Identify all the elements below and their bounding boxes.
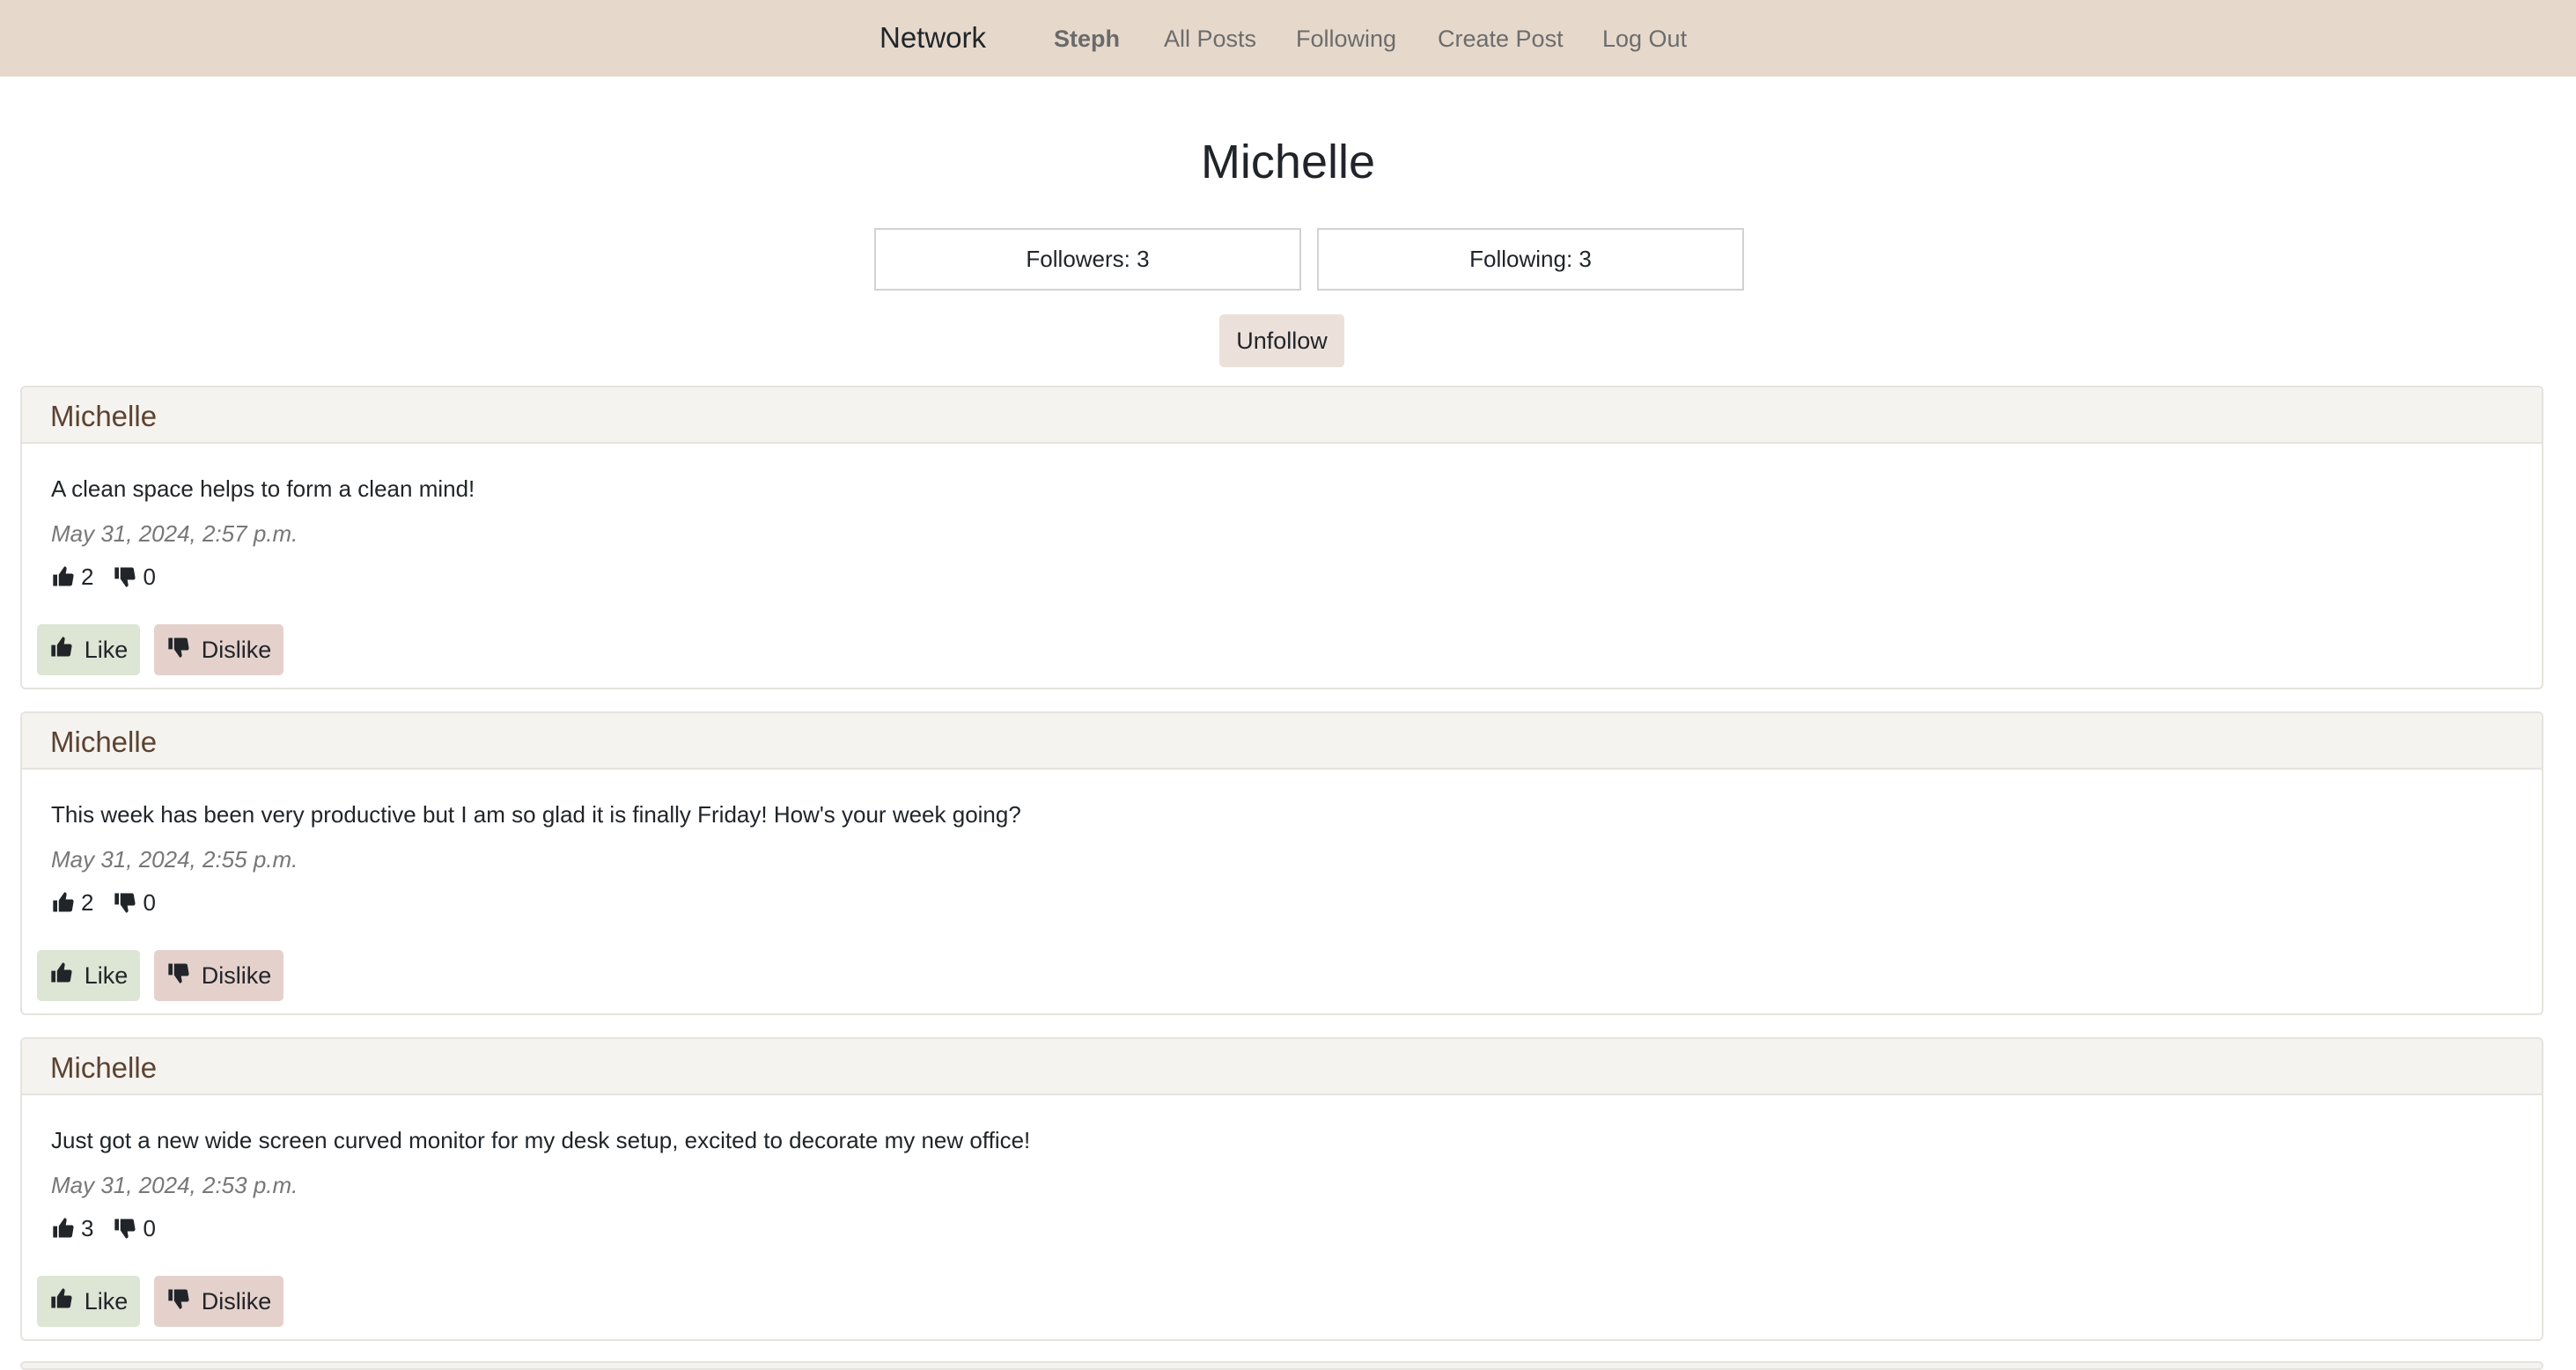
unfollow-button[interactable]: Unfollow xyxy=(1219,314,1344,367)
profile-name: Michelle xyxy=(1200,136,1376,188)
dislike-count: 0 xyxy=(143,563,156,590)
dislike-button[interactable]: Dislike xyxy=(154,624,283,675)
nav-link-profile[interactable]: Steph xyxy=(1054,23,1120,55)
post-header: Michelle xyxy=(22,1039,2542,1095)
navbar: Network Steph All Posts Following Create… xyxy=(0,0,2576,77)
brand-link[interactable]: Network xyxy=(880,20,986,55)
post-timestamp: May 31, 2024, 2:53 p.m. xyxy=(51,1172,298,1198)
like-button-label: Like xyxy=(84,1287,129,1315)
nav-link-following[interactable]: Following xyxy=(1296,23,1396,55)
thumbs-down-icon xyxy=(113,890,137,915)
thumbs-down-icon xyxy=(113,564,137,589)
like-button-label: Like xyxy=(84,961,129,989)
followers-count: Followers: 3 xyxy=(874,228,1301,291)
post-author-link[interactable]: Michelle xyxy=(50,1050,157,1086)
like-button[interactable]: Like xyxy=(37,950,140,1001)
thumbs-up-icon xyxy=(51,564,76,589)
thumbs-up-icon xyxy=(51,1216,76,1241)
thumbs-down-icon xyxy=(166,635,191,659)
post-content: A clean space helps to form a clean mind… xyxy=(51,475,475,502)
dislike-button-label: Dislike xyxy=(201,636,272,663)
post-card: Michelle A clean space helps to form a c… xyxy=(20,386,2543,689)
post-card: Michelle Just got a new wide screen curv… xyxy=(20,1037,2543,1341)
dislike-button-label: Dislike xyxy=(201,1287,272,1315)
post-header: Michelle xyxy=(22,387,2542,444)
post-timestamp: May 31, 2024, 2:57 p.m. xyxy=(51,520,298,547)
thumbs-down-icon xyxy=(113,1216,137,1241)
post-author-link[interactable]: Michelle xyxy=(50,399,157,434)
like-button-label: Like xyxy=(84,636,129,663)
nav-link-log-out[interactable]: Log Out xyxy=(1602,23,1687,55)
dislike-button[interactable]: Dislike xyxy=(154,950,283,1001)
like-count: 2 xyxy=(81,888,94,916)
like-button[interactable]: Like xyxy=(37,624,140,675)
post-card: Michelle This week has been very product… xyxy=(20,711,2543,1015)
thumbs-up-icon xyxy=(51,890,76,915)
dislike-button-label: Dislike xyxy=(201,961,272,989)
thumbs-up-icon xyxy=(49,1286,74,1311)
dislike-count: 0 xyxy=(143,1214,156,1241)
vote-counts: 2 0 xyxy=(51,887,175,918)
following-count: Following: 3 xyxy=(1317,228,1744,291)
nav-link-all-posts[interactable]: All Posts xyxy=(1164,23,1256,55)
nav-link-create-post[interactable]: Create Post xyxy=(1438,23,1564,55)
post-author-link[interactable]: Michelle xyxy=(50,725,157,760)
like-button[interactable]: Like xyxy=(37,1276,140,1327)
vote-counts: 2 0 xyxy=(51,561,175,593)
post-timestamp: May 31, 2024, 2:55 p.m. xyxy=(51,846,298,873)
like-count: 2 xyxy=(81,563,94,590)
thumbs-down-icon xyxy=(166,1286,191,1311)
dislike-button[interactable]: Dislike xyxy=(154,1276,283,1327)
post-content: This week has been very productive but I… xyxy=(51,801,1021,828)
post-content: Just got a new wide screen curved monito… xyxy=(51,1127,1031,1153)
dislike-count: 0 xyxy=(143,888,156,916)
thumbs-down-icon xyxy=(166,961,191,985)
vote-counts: 3 0 xyxy=(51,1212,175,1244)
like-count: 3 xyxy=(81,1214,94,1241)
post-header: Michelle xyxy=(22,713,2542,770)
thumbs-up-icon xyxy=(49,635,74,659)
thumbs-up-icon xyxy=(49,961,74,985)
post-card-partial xyxy=(20,1361,2543,1370)
